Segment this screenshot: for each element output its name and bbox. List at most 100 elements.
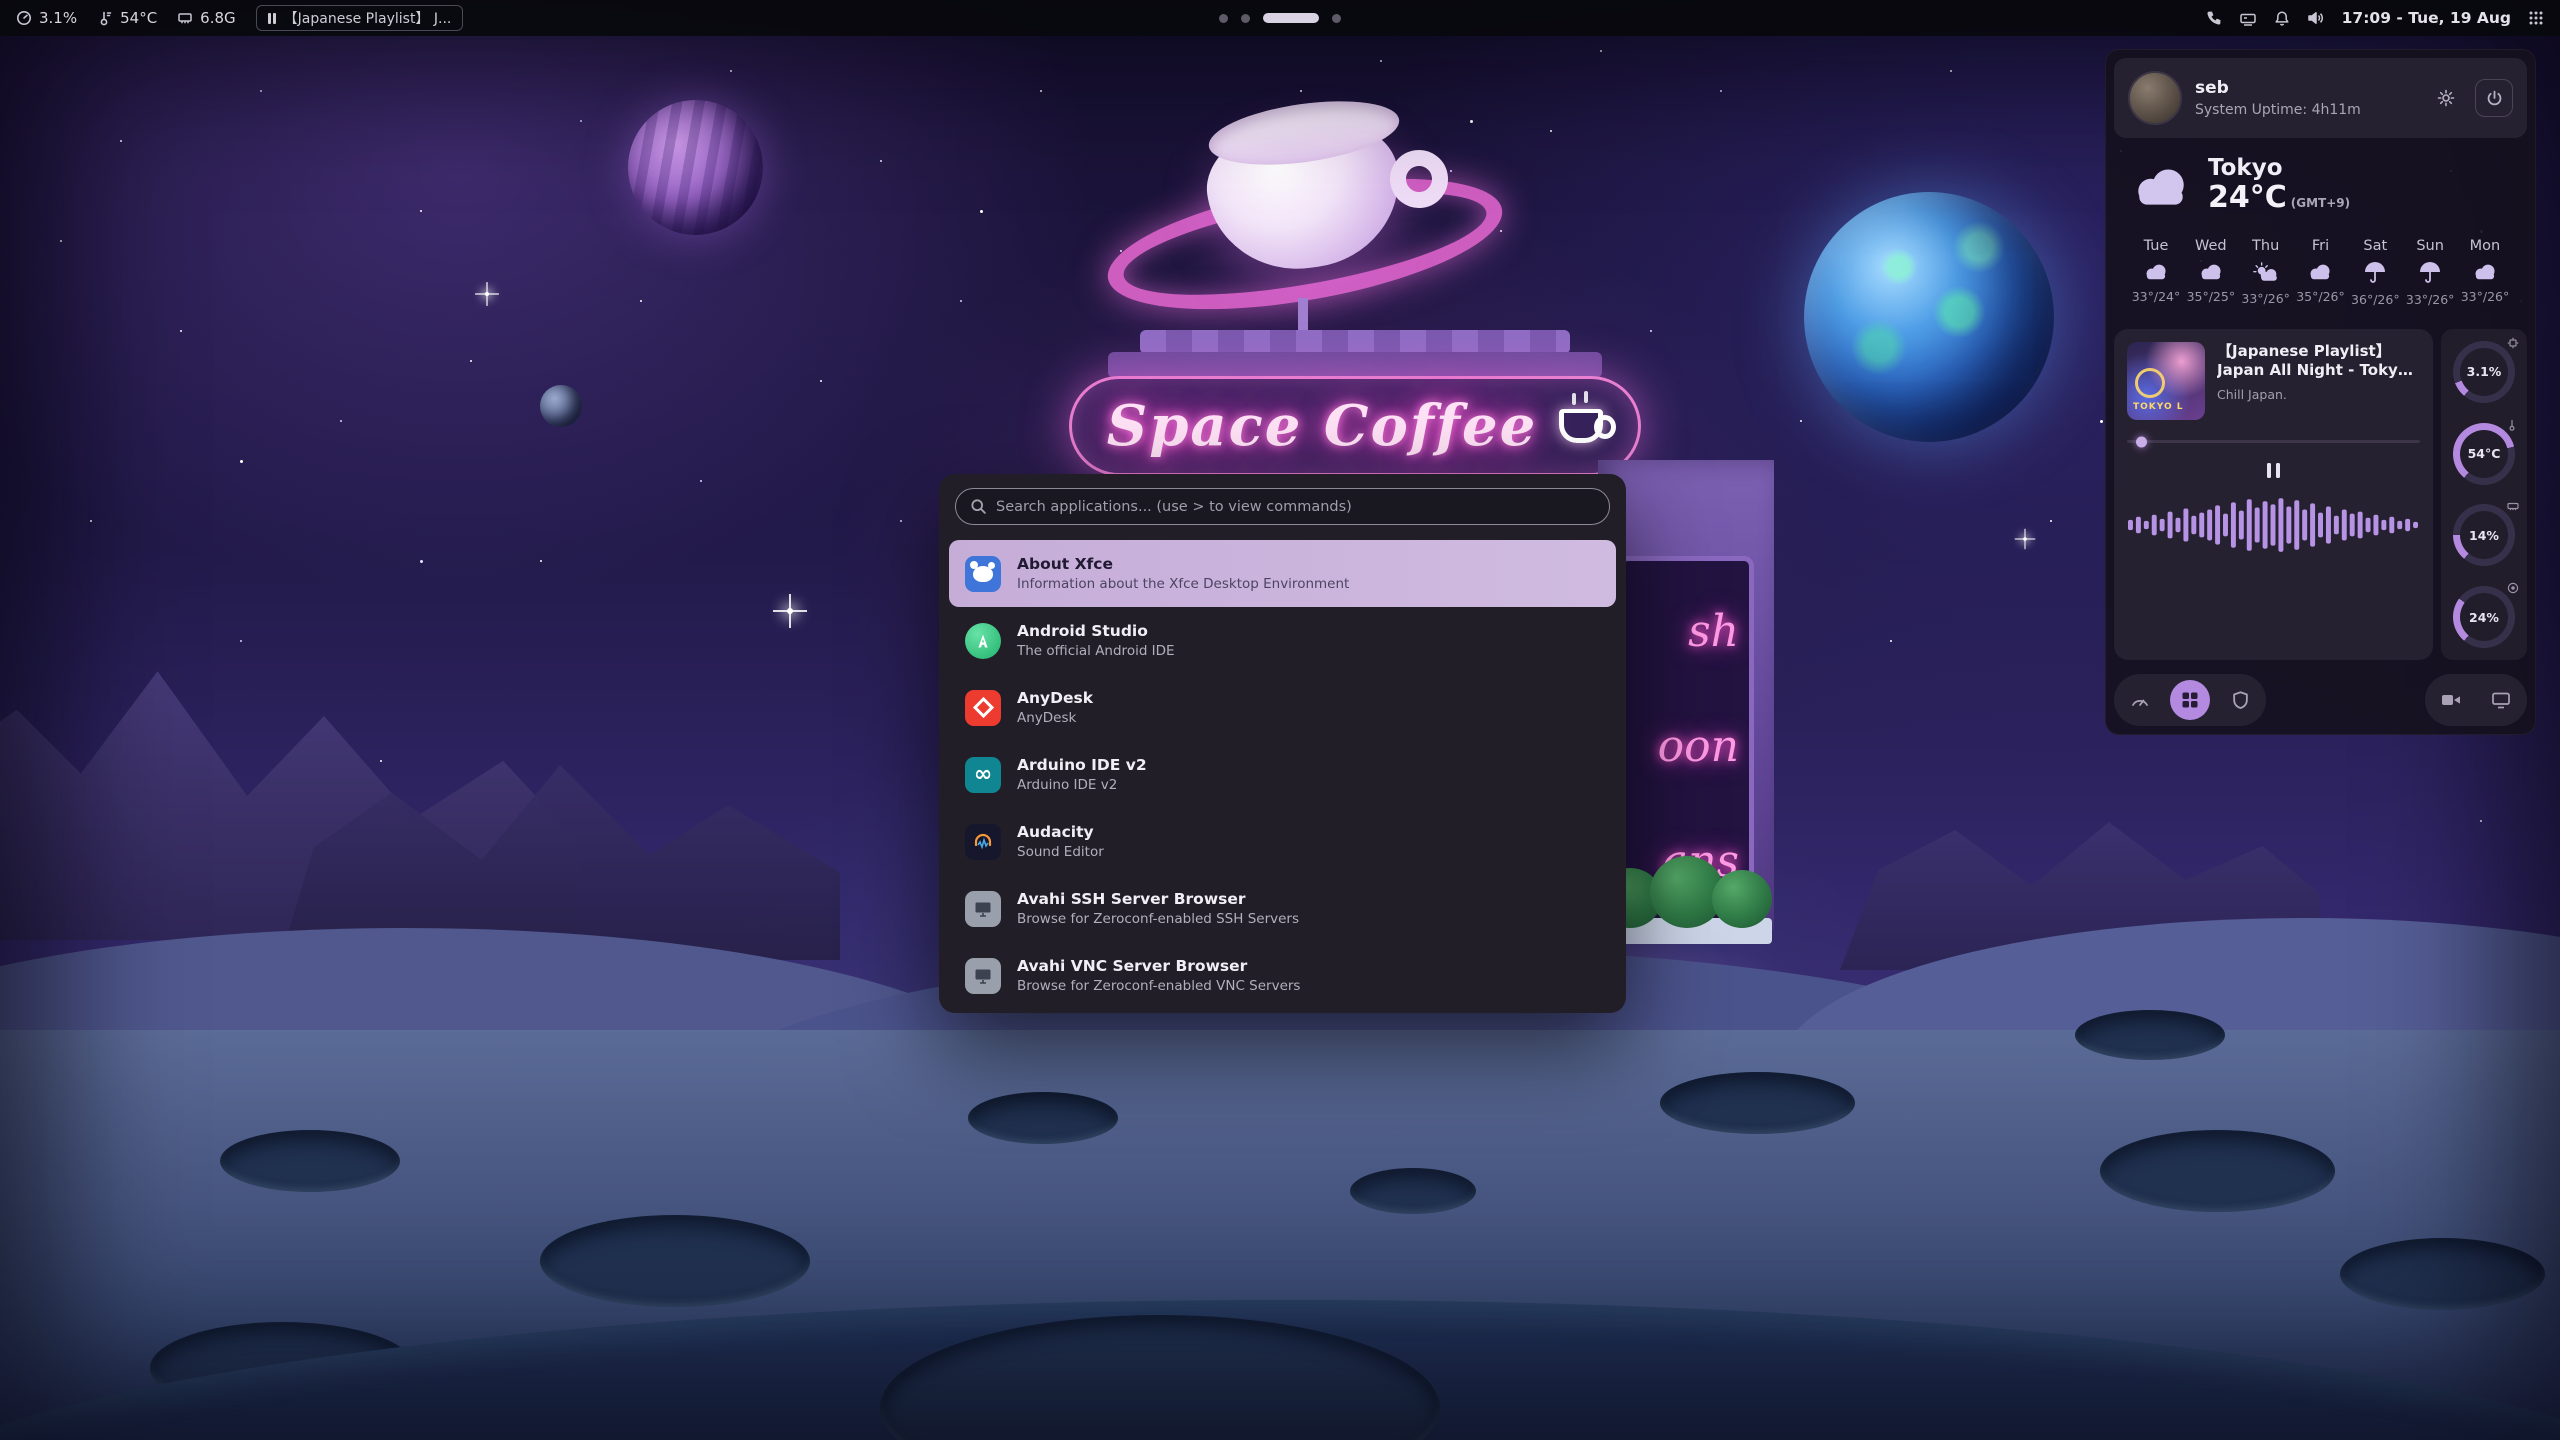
cpu-usage-indicator[interactable]: 3.1%	[16, 9, 77, 27]
memory-indicator[interactable]: 6.8G	[177, 9, 235, 27]
launcher-search[interactable]	[955, 488, 1610, 525]
shop-roof-stripe	[1140, 330, 1570, 354]
temperature-indicator[interactable]: 54°C	[97, 9, 157, 27]
result-description: Arduino IDE v2	[1017, 777, 1147, 793]
workspace-active-pill[interactable]	[1263, 13, 1319, 23]
crater	[540, 1215, 810, 1307]
network-icon[interactable]	[2239, 10, 2257, 26]
forecast-day: Tue 33°/24°	[2130, 238, 2182, 307]
disk-gauge-value: 24%	[2469, 610, 2499, 625]
result-description: Browse for Zeroconf-enabled VNC Servers	[1017, 978, 1300, 994]
launcher-result-avahi-vnc[interactable]: Avahi VNC Server Browser Browse for Zero…	[949, 942, 1616, 1009]
coffee-cup-icon	[1559, 409, 1603, 443]
forecast-day: Sun 33°/26°	[2404, 238, 2456, 307]
now-playing-chip[interactable]: 【Japanese Playlist】 J...	[256, 5, 464, 31]
panel-button-bar	[2114, 674, 2527, 726]
seek-slider[interactable]	[2127, 436, 2420, 448]
launcher-result-anydesk[interactable]: AnyDesk AnyDesk	[949, 674, 1616, 741]
pause-icon	[268, 13, 276, 24]
cpu-chip-icon	[2507, 337, 2519, 349]
apps-grid-icon[interactable]	[2528, 10, 2544, 26]
cloud-icon	[2130, 164, 2192, 208]
result-name: Android Studio	[1017, 622, 1175, 640]
phone-icon[interactable]	[2205, 10, 2222, 27]
performance-button[interactable]	[2120, 680, 2160, 720]
launcher-result-avahi-ssh[interactable]: Avahi SSH Server Browser Browse for Zero…	[949, 875, 1616, 942]
ram-icon	[177, 10, 193, 26]
crater	[2075, 1010, 2225, 1060]
result-name: About Xfce	[1017, 555, 1349, 573]
crater	[968, 1092, 1118, 1144]
temperature-gauge: 54°C	[2453, 423, 2515, 485]
launcher-result-arduino[interactable]: ∞ Arduino IDE v2 Arduino IDE v2	[949, 741, 1616, 808]
volume-icon[interactable]	[2307, 10, 2325, 26]
search-icon	[970, 498, 987, 515]
cloud-icon	[2198, 262, 2224, 281]
result-name: Avahi SSH Server Browser	[1017, 890, 1299, 908]
search-input[interactable]	[996, 499, 1595, 515]
arduino-infinity-icon: ∞	[965, 757, 1001, 793]
display-button[interactable]	[2481, 680, 2521, 720]
temperature-gauge-value: 54°C	[2468, 446, 2501, 461]
result-description: AnyDesk	[1017, 710, 1093, 726]
weather-city: Tokyo	[2208, 156, 2350, 181]
gear-icon	[2437, 89, 2455, 107]
launcher-results: About Xfce Information about the Xfce De…	[939, 540, 1626, 1009]
forecast-day: Sat 36°/26°	[2349, 238, 2401, 307]
window-neon-text: oon	[1658, 725, 1739, 769]
result-name: AnyDesk	[1017, 689, 1093, 707]
forecast-temps: 35°/25°	[2187, 289, 2236, 304]
avatar[interactable]	[2128, 71, 2182, 125]
screen-record-button[interactable]	[2431, 680, 2471, 720]
cloud-icon	[2472, 262, 2498, 281]
result-name: Avahi VNC Server Browser	[1017, 957, 1300, 975]
crater	[1660, 1072, 1855, 1134]
android-studio-icon	[965, 623, 1001, 659]
workspace-dot-2[interactable]	[1241, 14, 1250, 23]
thermometer-icon	[2507, 419, 2519, 431]
ram-icon	[2507, 500, 2519, 512]
weather-current: Tokyo 24°C(GMT+9)	[2124, 156, 2517, 216]
forecast-day: Wed 35°/25°	[2185, 238, 2237, 307]
seek-knob[interactable]	[2136, 436, 2147, 447]
audio-waveform	[2127, 492, 2420, 558]
settings-button[interactable]	[2427, 79, 2465, 117]
bell-icon[interactable]	[2274, 10, 2290, 27]
power-button[interactable]	[2475, 79, 2513, 117]
app-launcher: About Xfce Information about the Xfce De…	[939, 474, 1626, 1013]
gauge-icon	[16, 10, 32, 26]
forecast-day: Thu 33°/26°	[2240, 238, 2292, 307]
workspace-dot-4[interactable]	[1332, 14, 1341, 23]
weather-forecast: Tue 33°/24° Wed 35°/25° Thu 33°/26° Fri …	[2124, 238, 2517, 307]
cloud-icon	[2307, 262, 2333, 281]
widgets-button[interactable]	[2170, 680, 2210, 720]
forecast-day-label: Sat	[2363, 238, 2387, 254]
security-button[interactable]	[2220, 680, 2260, 720]
clock[interactable]: 17:09 - Tue, 19 Aug	[2342, 9, 2511, 27]
forecast-temps: 35°/26°	[2296, 289, 2345, 304]
launcher-result-android-studio[interactable]: Android Studio The official Android IDE	[949, 607, 1616, 674]
rain-umbrella-icon	[2418, 262, 2442, 284]
workspace-dot-1[interactable]	[1219, 14, 1228, 23]
forecast-day-label: Tue	[2144, 238, 2169, 254]
pause-button[interactable]	[2256, 458, 2292, 484]
launcher-result-audacity[interactable]: Audacity Sound Editor	[949, 808, 1616, 875]
sparkle-star	[787, 608, 793, 614]
crater	[1350, 1168, 1476, 1214]
memory-gauge: 14%	[2453, 504, 2515, 566]
forecast-day-label: Thu	[2252, 238, 2279, 254]
capture-buttons-group	[2425, 674, 2527, 726]
launcher-result-about-xfce[interactable]: About Xfce Information about the Xfce De…	[949, 540, 1616, 607]
video-camera-icon	[2441, 692, 2461, 708]
forecast-temps: 33°/26°	[2241, 291, 2290, 306]
media-player-card: TOKYO L 【Japanese Playlist】 Japan All Ni…	[2114, 329, 2433, 660]
neon-sign-text: Space Coffee	[1107, 393, 1537, 459]
top-bar: 3.1% 54°C 6.8G 【Japanese Playlist】 J...	[0, 0, 2560, 36]
memory-gauge-value: 14%	[2469, 528, 2499, 543]
system-uptime: System Uptime: 4h11m	[2195, 102, 2361, 118]
monitor-icon	[2491, 691, 2511, 709]
audacity-headphones-icon	[965, 824, 1001, 860]
forecast-day: Fri 35°/26°	[2294, 238, 2346, 307]
forecast-day-label: Mon	[2470, 238, 2501, 254]
disk-gauge: 24%	[2453, 586, 2515, 648]
